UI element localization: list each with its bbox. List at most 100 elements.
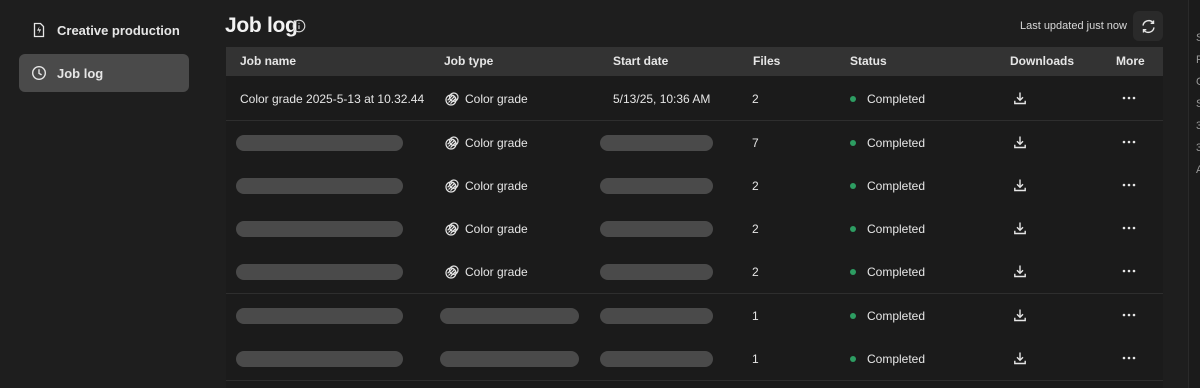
table-header: Job name Job type Start date Files Statu… xyxy=(226,47,1163,76)
more-options-icon[interactable] xyxy=(1121,263,1137,279)
redacted-job-name xyxy=(236,221,403,237)
job-type-label: Color grade xyxy=(465,179,528,194)
download-icon[interactable] xyxy=(1012,134,1028,150)
table-row[interactable]: Color grade 2 Completed xyxy=(226,207,1163,251)
sidebar-item-job-log[interactable]: Job log xyxy=(19,54,189,92)
status-dot-icon xyxy=(850,139,856,146)
job-type-cell: Color grade xyxy=(444,92,528,108)
clipped-panel-text: S xyxy=(1196,32,1200,44)
clipped-panel-text: A xyxy=(1196,164,1200,176)
sidebar-item-label: Creative production xyxy=(57,22,180,38)
color-grade-icon xyxy=(444,91,460,107)
download-icon[interactable] xyxy=(1012,350,1028,366)
clipped-panel-text: G xyxy=(1196,76,1200,88)
job-type-cell: Color grade xyxy=(444,222,528,238)
status-dot-icon xyxy=(850,95,856,102)
files-count-cell: 1 xyxy=(752,352,759,366)
table-row[interactable]: Color grade 2025-5-13 at 10.32.44 Color g… xyxy=(226,77,1163,121)
job-log-table: Job name Job type Start date Files Statu… xyxy=(226,47,1163,388)
status-label: Completed xyxy=(867,222,926,236)
column-header-more: More xyxy=(1116,54,1145,68)
clock-icon xyxy=(31,65,47,81)
right-side-panel: SRGS33A xyxy=(1188,0,1200,388)
column-header-job-type[interactable]: Job type xyxy=(444,54,493,68)
color-grade-icon xyxy=(444,264,460,280)
column-header-files[interactable]: Files xyxy=(753,54,780,68)
clipped-panel-text: R xyxy=(1196,54,1200,66)
job-type-cell: Color grade xyxy=(444,265,528,281)
more-options-icon[interactable] xyxy=(1121,90,1137,106)
redacted-job-name xyxy=(236,135,403,151)
download-icon[interactable] xyxy=(1012,177,1028,193)
column-header-downloads: Downloads xyxy=(1010,54,1075,68)
redacted-job-name xyxy=(236,264,403,280)
status-cell: Completed xyxy=(850,352,925,366)
job-type-label: Color grade xyxy=(465,92,528,107)
table-row[interactable]: Color grade 2 Completed xyxy=(226,164,1163,208)
more-options-icon[interactable] xyxy=(1121,307,1137,323)
color-grade-icon xyxy=(444,178,460,194)
files-count-cell: 1 xyxy=(752,309,759,323)
sidebar-item-label: Job log xyxy=(57,65,104,81)
status-dot-icon xyxy=(850,182,856,189)
status-cell: Completed xyxy=(850,179,925,193)
status-dot-icon xyxy=(850,225,856,232)
files-count-cell: 2 xyxy=(752,92,759,106)
color-grade-icon xyxy=(444,221,460,237)
redacted-start-date xyxy=(600,351,713,367)
column-header-start-date[interactable]: Start date xyxy=(613,54,668,68)
files-count-cell: 7 xyxy=(752,136,759,150)
files-count-cell: 2 xyxy=(752,222,759,236)
redacted-start-date xyxy=(600,221,713,237)
page-title: Job log xyxy=(225,14,298,37)
download-icon[interactable] xyxy=(1012,90,1028,106)
job-type-cell: Color grade xyxy=(444,179,528,195)
status-cell: Completed xyxy=(850,265,925,279)
sidebar: Creative production Job log xyxy=(0,0,208,388)
status-label: Completed xyxy=(867,352,926,366)
download-icon[interactable] xyxy=(1012,220,1028,236)
more-options-icon[interactable] xyxy=(1121,134,1137,150)
redacted-start-date xyxy=(600,135,713,151)
status-dot-icon xyxy=(850,268,856,275)
info-icon[interactable] xyxy=(292,19,306,33)
redacted-job-name xyxy=(236,308,403,324)
column-header-job-name[interactable]: Job name xyxy=(240,54,296,68)
download-icon[interactable] xyxy=(1012,263,1028,279)
job-name-cell[interactable]: Color grade 2025-5-13 at 10.32.44 xyxy=(240,92,424,106)
status-cell: Completed xyxy=(850,309,925,323)
more-options-icon[interactable] xyxy=(1121,220,1137,236)
clipped-panel-text: S xyxy=(1196,98,1200,110)
table-row[interactable]: 1 Completed xyxy=(226,337,1163,381)
column-header-status[interactable]: Status xyxy=(850,54,887,68)
redacted-job-type xyxy=(440,351,579,367)
status-dot-icon xyxy=(850,312,856,319)
table-row[interactable]: Color grade 7 Completed xyxy=(226,121,1163,165)
files-count-cell: 2 xyxy=(752,265,759,279)
redacted-start-date xyxy=(600,178,713,194)
status-cell: Completed xyxy=(850,92,925,106)
status-label: Completed xyxy=(867,309,926,323)
more-options-icon[interactable] xyxy=(1121,350,1137,366)
bolt-doc-icon xyxy=(31,22,47,38)
redacted-start-date xyxy=(600,264,713,280)
status-label: Completed xyxy=(867,265,926,279)
status-label: Completed xyxy=(867,92,926,106)
status-cell: Completed xyxy=(850,136,925,150)
job-type-label: Color grade xyxy=(465,136,528,151)
redacted-job-name xyxy=(236,178,403,194)
redacted-start-date xyxy=(600,308,713,324)
table-row[interactable]: 1 Completed xyxy=(226,294,1163,338)
refresh-button[interactable] xyxy=(1133,11,1163,41)
status-label: Completed xyxy=(867,136,926,150)
more-options-icon[interactable] xyxy=(1121,177,1137,193)
job-type-cell: Color grade xyxy=(444,136,528,152)
start-date-cell: 5/13/25, 10:36 AM xyxy=(613,92,711,106)
clipped-panel-text: 3 xyxy=(1196,142,1200,154)
status-cell: Completed xyxy=(850,222,925,236)
download-icon[interactable] xyxy=(1012,307,1028,323)
clipped-panel-text: 3 xyxy=(1196,120,1200,132)
table-row[interactable]: Color grade 2 Completed xyxy=(226,250,1163,294)
status-label: Completed xyxy=(867,179,926,193)
sidebar-item-creative-production[interactable]: Creative production xyxy=(19,11,189,49)
